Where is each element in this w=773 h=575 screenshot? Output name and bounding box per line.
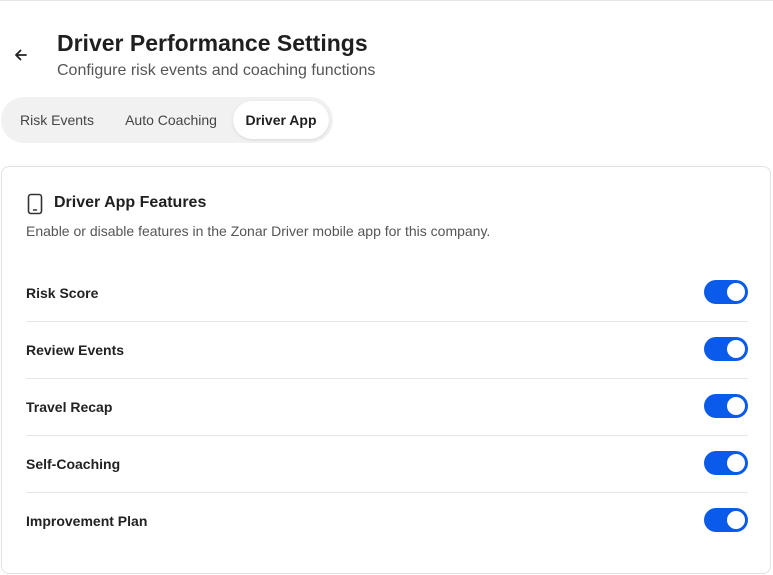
card-description: Enable or disable features in the Zonar … xyxy=(26,223,491,239)
travel-recap-toggle[interactable] xyxy=(704,394,748,418)
feature-label: Travel Recap xyxy=(26,399,113,415)
page-subtitle: Configure risk events and coaching funct… xyxy=(57,62,376,79)
top-divider xyxy=(0,0,773,1)
tab-driver-app[interactable]: Driver App xyxy=(233,101,329,139)
risk-score-toggle[interactable] xyxy=(704,280,748,304)
feature-row-risk-score: Risk Score xyxy=(26,265,748,322)
page-title: Driver Performance Settings xyxy=(57,30,368,56)
tab-risk-events[interactable]: Risk Events xyxy=(8,101,106,139)
toggle-knob xyxy=(727,511,745,529)
feature-label: Risk Score xyxy=(26,285,99,301)
improvement-plan-toggle[interactable] xyxy=(704,508,748,532)
feature-label: Self-Coaching xyxy=(26,456,121,472)
feature-row-self-coaching: Self-Coaching xyxy=(26,436,748,493)
feature-label: Improvement Plan xyxy=(26,513,148,529)
back-button[interactable] xyxy=(10,44,32,66)
tab-bar: Risk Events Auto Coaching Driver App xyxy=(1,97,333,143)
toggle-knob xyxy=(727,397,745,415)
self-coaching-toggle[interactable] xyxy=(704,451,748,475)
feature-row-review-events: Review Events xyxy=(26,322,748,379)
arrow-left-icon xyxy=(15,49,27,61)
toggle-knob xyxy=(727,283,745,301)
toggle-knob xyxy=(727,340,745,358)
feature-row-improvement-plan: Improvement Plan xyxy=(26,493,748,550)
toggle-knob xyxy=(727,454,745,472)
tab-auto-coaching[interactable]: Auto Coaching xyxy=(112,101,230,139)
page-header: Driver Performance Settings Configure ri… xyxy=(0,26,773,86)
review-events-toggle[interactable] xyxy=(704,337,748,361)
feature-label: Review Events xyxy=(26,342,125,358)
card-title: Driver App Features xyxy=(54,194,207,211)
smartphone-icon xyxy=(27,193,43,215)
driver-app-features-card: Driver App Features Enable or disable fe… xyxy=(1,166,771,574)
feature-row-travel-recap: Travel Recap xyxy=(26,379,748,436)
